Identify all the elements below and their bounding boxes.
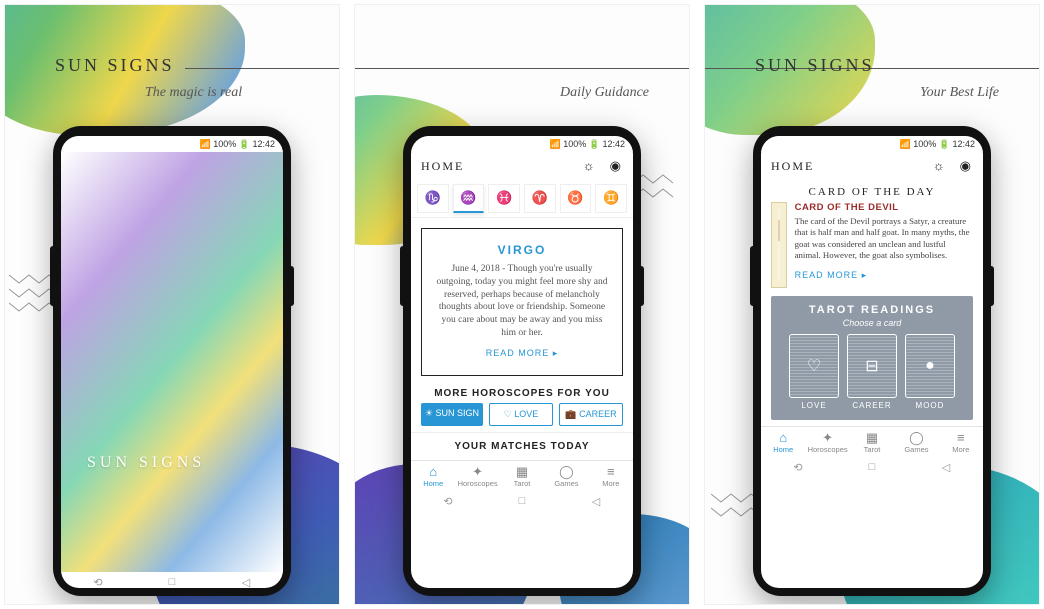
screenshot-gallery: SUN SIGNS The magic is real 📶 100% 🔋 12:… — [0, 0, 1044, 609]
back-icon[interactable]: ◁ — [937, 461, 955, 471]
zodiac-chip[interactable]: ♈ — [524, 184, 556, 213]
recent-icon[interactable]: ⟲ — [789, 461, 807, 471]
tarot-card-love[interactable]: ♡LOVE — [789, 334, 839, 410]
phone-screen: 📶 100% 🔋 12:42 HOME ☼ ◉ ♑ ♒ ♓ ♈ ♉ ♊ — [411, 136, 633, 588]
heart-icon: ♡ — [789, 334, 839, 398]
android-navbar: ⟲ □ ◁ — [61, 572, 283, 588]
recent-icon[interactable]: ⟲ — [89, 576, 107, 586]
promo-panel-3: SUN SIGNS Your Best Life 📶 100% 🔋 12:42 … — [704, 4, 1040, 605]
panel-subtitle: Daily Guidance — [560, 85, 649, 101]
bottom-nav: ⌂Home ✦Horoscopes ▦Tarot ◯Games ≡More — [411, 460, 633, 491]
phone-mock: 📶 100% 🔋 12:42 HOME ☼ ◉ CARD OF THE DAY … — [753, 126, 991, 596]
app-bar: HOME ☼ ◉ — [761, 152, 983, 180]
promo-panel-2: Daily Guidance 📶 100% 🔋 12:42 HOME ☼ ◉ ♑… — [354, 4, 690, 605]
cod-text: The card of the Devil portrays a Satyr, … — [795, 216, 973, 262]
decor-rule — [185, 68, 339, 69]
back-icon[interactable]: ◁ — [587, 495, 605, 505]
brand-title: SUN SIGNS — [55, 55, 175, 76]
home-icon[interactable]: □ — [863, 461, 881, 471]
phone-screen: 📶 100% 🔋 12:42 HOME ☼ ◉ CARD OF THE DAY … — [761, 136, 983, 588]
menu-icon: ≡ — [589, 465, 633, 478]
theme-icon[interactable]: ☼ — [933, 158, 947, 173]
status-bar: 📶 100% 🔋 12:42 — [411, 136, 633, 152]
nav-more[interactable]: ≡More — [939, 427, 983, 457]
status-bar: 📶 100% 🔋 12:42 — [761, 136, 983, 152]
horoscope-card: VIRGO June 4, 2018 - Though you're usual… — [421, 228, 623, 376]
tarot-readings: TAROT READINGS Choose a card ♡LOVE ⊟CARE… — [771, 296, 973, 420]
briefcase-icon: ⊟ — [847, 334, 897, 398]
nav-games[interactable]: ◯Games — [544, 461, 588, 491]
zodiac-chip[interactable]: ♑ — [417, 184, 449, 213]
star-icon: ✦ — [455, 465, 499, 478]
splash-wordmark: SUN SIGNS — [87, 454, 205, 472]
nav-tarot[interactable]: ▦Tarot — [500, 461, 544, 491]
horoscope-text: June 4, 2018 - Though you're usually out… — [434, 263, 610, 340]
chip-sunsign[interactable]: ☀ SUN SIGN — [421, 403, 483, 426]
card-of-day: CARD OF THE DAY CARD OF THE DEVIL The ca… — [761, 180, 983, 288]
android-navbar: ⟲ □ ◁ — [761, 457, 983, 473]
panel-subtitle: Your Best Life — [920, 85, 999, 101]
cards-icon: ▦ — [500, 465, 544, 478]
tarot-title: TAROT READINGS — [779, 304, 965, 316]
decor-rule — [355, 68, 689, 69]
home-icon: ⌂ — [411, 465, 455, 478]
nav-home[interactable]: ⌂Home — [411, 461, 455, 491]
star-icon: ✦ — [805, 431, 849, 444]
phone-screen: 📶 100% 🔋 12:42 SUN SIGNS ⟲ □ ◁ — [61, 136, 283, 588]
nav-horoscopes[interactable]: ✦Horoscopes — [805, 427, 849, 457]
horoscope-type-chips: ☀ SUN SIGN ♡ LOVE 💼 CAREER — [411, 403, 633, 432]
nav-tarot[interactable]: ▦Tarot — [850, 427, 894, 457]
more-horoscopes-label: MORE HOROSCOPES FOR YOU — [411, 388, 633, 399]
home-icon[interactable]: □ — [163, 576, 181, 586]
nav-home[interactable]: ⌂Home — [761, 427, 805, 457]
tarot-subtitle: Choose a card — [779, 318, 965, 328]
nav-horoscopes[interactable]: ✦Horoscopes — [455, 461, 499, 491]
page-title: HOME — [421, 159, 464, 174]
phone-mock: 📶 100% 🔋 12:42 SUN SIGNS ⟲ □ ◁ — [53, 126, 291, 596]
cod-header: CARD OF THE DAY — [771, 186, 973, 198]
zodiac-chip[interactable]: ♉ — [560, 184, 592, 213]
bottom-nav: ⌂Home ✦Horoscopes ▦Tarot ◯Games ≡More — [761, 426, 983, 457]
profile-icon[interactable]: ◉ — [960, 158, 973, 173]
menu-icon: ≡ — [939, 431, 983, 444]
tarot-card-mood[interactable]: ●MOOD — [905, 334, 955, 410]
nav-games[interactable]: ◯Games — [894, 427, 938, 457]
back-icon[interactable]: ◁ — [237, 576, 255, 586]
status-bar: 📶 100% 🔋 12:42 — [61, 136, 283, 152]
cards-icon: ▦ — [850, 431, 894, 444]
circle-icon: ● — [905, 334, 955, 398]
circle-icon: ◯ — [544, 465, 588, 478]
android-navbar: ⟲ □ ◁ — [411, 491, 633, 507]
cod-title: CARD OF THE DEVIL — [795, 202, 973, 213]
recent-icon[interactable]: ⟲ — [439, 495, 457, 505]
tarot-card-career[interactable]: ⊟CAREER — [847, 334, 897, 410]
home-icon: ⌂ — [761, 431, 805, 444]
zodiac-chip[interactable]: ♓ — [488, 184, 520, 213]
tarot-card-image[interactable] — [771, 202, 787, 288]
read-more-link[interactable]: READ MORE ▸ — [486, 348, 559, 359]
read-more-link[interactable]: READ MORE ▸ — [795, 270, 868, 281]
matches-header[interactable]: YOUR MATCHES TODAY — [411, 432, 633, 460]
sign-name: VIRGO — [434, 243, 610, 257]
circle-icon: ◯ — [894, 431, 938, 444]
splash-screen: SUN SIGNS — [61, 152, 283, 572]
nav-more[interactable]: ≡More — [589, 461, 633, 491]
page-title: HOME — [771, 159, 814, 174]
promo-panel-1: SUN SIGNS The magic is real 📶 100% 🔋 12:… — [4, 4, 340, 605]
brand-title: SUN SIGNS — [755, 55, 875, 76]
zodiac-picker: ♑ ♒ ♓ ♈ ♉ ♊ — [411, 180, 633, 218]
panel-subtitle: The magic is real — [145, 85, 242, 101]
profile-icon[interactable]: ◉ — [610, 158, 623, 173]
zodiac-chip[interactable]: ♊ — [595, 184, 627, 213]
theme-icon[interactable]: ☼ — [583, 158, 597, 173]
phone-mock: 📶 100% 🔋 12:42 HOME ☼ ◉ ♑ ♒ ♓ ♈ ♉ ♊ — [403, 126, 641, 596]
chip-career[interactable]: 💼 CAREER — [559, 403, 623, 426]
app-bar: HOME ☼ ◉ — [411, 152, 633, 180]
zodiac-chip[interactable]: ♒ — [453, 184, 485, 213]
chip-love[interactable]: ♡ LOVE — [489, 403, 553, 426]
home-icon[interactable]: □ — [513, 495, 531, 505]
